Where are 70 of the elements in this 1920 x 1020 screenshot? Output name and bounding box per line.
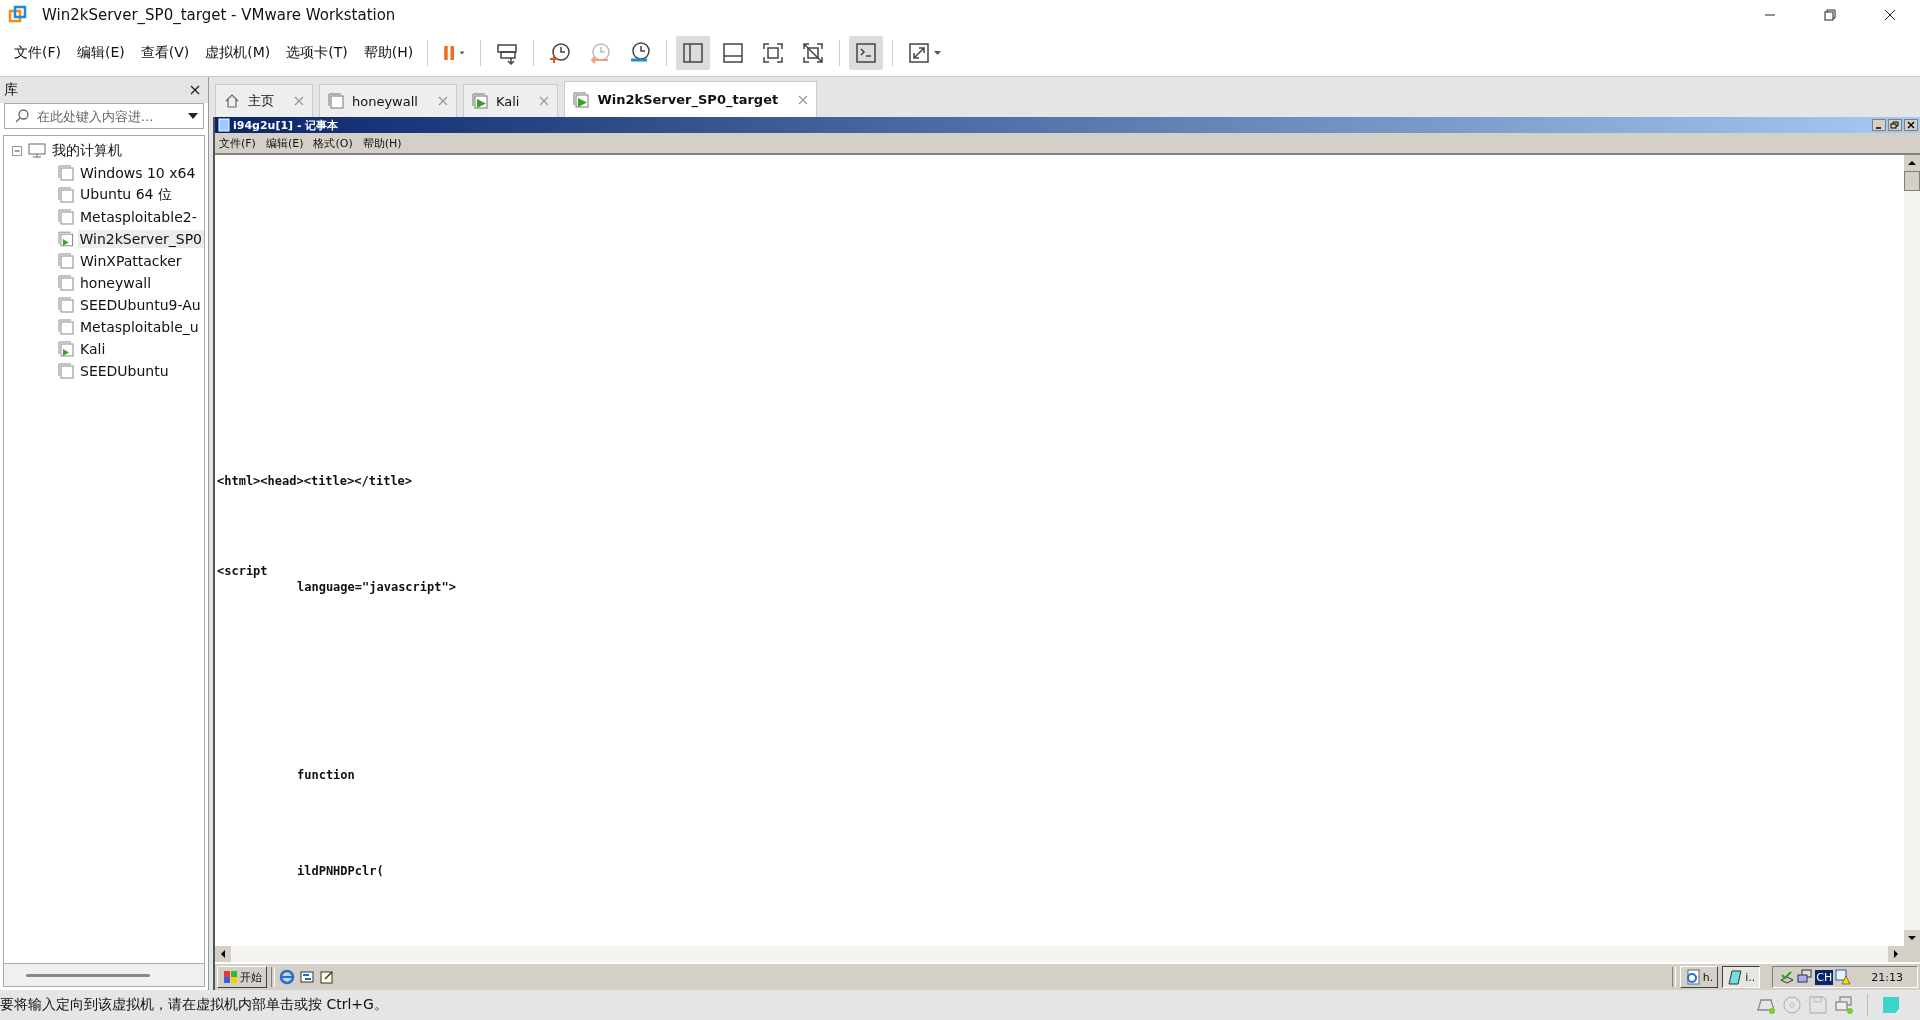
menu-item[interactable]: 选项卡(T)	[278, 44, 356, 62]
windows-flag-icon	[222, 970, 238, 984]
status-text: 要将输入定向到该虚拟机，请在虚拟机内部单击或按 Ctrl+G。	[0, 996, 388, 1014]
menu-item[interactable]: 虚拟机(M)	[197, 44, 279, 62]
browser-page-icon	[1684, 969, 1701, 985]
search-field[interactable]: 在此处键入内容进...	[4, 103, 204, 129]
tree-item[interactable]: SEEDUbuntu9-Au	[78, 296, 203, 314]
close-icon[interactable]	[1904, 119, 1918, 131]
tab[interactable]: honeywall	[319, 84, 457, 117]
menu-item[interactable]: 帮助(H)	[355, 44, 422, 62]
menu-item[interactable]: 编辑(E)	[69, 44, 133, 62]
code-line: <html><head><title></title>	[217, 473, 413, 489]
notepad-icon[interactable]	[319, 969, 335, 985]
clock: 21:13	[1871, 970, 1903, 984]
scroll-left-button[interactable]	[215, 946, 231, 962]
computer-icon	[28, 143, 46, 159]
tab[interactable]: Win2kServer_SP0_target	[564, 81, 818, 117]
computers-icon[interactable]	[1797, 969, 1814, 985]
tree-item[interactable]: Metasploitable_u	[78, 318, 201, 336]
menu-item[interactable]: 查看(V)	[132, 44, 198, 62]
dropdown-icon[interactable]	[188, 113, 198, 119]
code-line: ildPNHDPclr(	[296, 863, 384, 879]
taskbar-button[interactable]: h.	[1679, 966, 1719, 988]
vmware-logo-icon	[8, 5, 28, 25]
scroll-up-button[interactable]	[1904, 155, 1920, 171]
scroll-down-button[interactable]	[1904, 930, 1920, 946]
tree-item[interactable]: honeywall	[78, 274, 154, 292]
scroll-right-button[interactable]	[1888, 946, 1904, 962]
tab[interactable]: Kali	[462, 84, 559, 117]
network-adapter-icon[interactable]	[1834, 995, 1854, 1015]
menu-item[interactable]: 格式(O)	[309, 135, 359, 151]
sidebar-layout-icon[interactable]	[676, 36, 711, 70]
start-button[interactable]: 开始	[217, 966, 267, 988]
close-icon[interactable]	[190, 85, 200, 95]
window-title: Win2kServer_SP0_target - VMware Workstation	[42, 6, 396, 24]
tree-item[interactable]: Kali	[78, 340, 108, 358]
minimize-icon[interactable]	[1872, 119, 1886, 131]
search-icon	[14, 108, 30, 124]
code-line: <script	[217, 563, 268, 579]
tree-item[interactable]: 我的计算机	[52, 142, 122, 160]
code-line: language="javascript">	[296, 579, 456, 595]
taskbar-button[interactable]: i..	[1722, 966, 1761, 988]
menu-item[interactable]: 编辑(E)	[261, 135, 310, 151]
code-line: function	[296, 767, 355, 783]
tree-item[interactable]: Ubuntu 64 位	[78, 185, 174, 205]
scrollbar-thumb[interactable]	[26, 973, 150, 977]
network-icon[interactable]	[1779, 969, 1796, 985]
language-indicator[interactable]: CH	[1815, 969, 1834, 985]
notepad-title: i94g2u[1] - 记事本	[233, 117, 339, 133]
tree-item[interactable]: Win2kServer_SP0	[77, 230, 204, 248]
restore-icon[interactable]	[1888, 119, 1902, 131]
browser-icon[interactable]	[279, 969, 295, 985]
menu-item[interactable]: 文件(F)	[6, 44, 69, 62]
notepad-icon	[217, 118, 231, 132]
console-icon[interactable]	[849, 36, 884, 70]
home-icon	[224, 93, 240, 109]
warning-icon[interactable]	[1835, 969, 1852, 985]
scrollbar-thumb[interactable]	[1904, 171, 1920, 191]
tree-item[interactable]: WinXPattacker	[78, 252, 184, 270]
tab[interactable]: 主页	[215, 84, 313, 117]
collapse-icon[interactable]	[12, 146, 22, 156]
horizontal-scrollbar[interactable]	[215, 946, 1920, 962]
menu-item[interactable]: 帮助(H)	[358, 135, 408, 151]
tree-item[interactable]: SEEDUbuntu	[78, 362, 171, 380]
vertical-scrollbar[interactable]	[1904, 155, 1920, 946]
tree-item[interactable]: Metasploitable2-	[78, 208, 199, 226]
library-title: 库	[4, 81, 18, 99]
notepad-icon	[1727, 969, 1744, 985]
menu-item[interactable]: 文件(F)	[215, 135, 262, 151]
tree-item[interactable]: Windows 10 x64	[78, 164, 198, 182]
